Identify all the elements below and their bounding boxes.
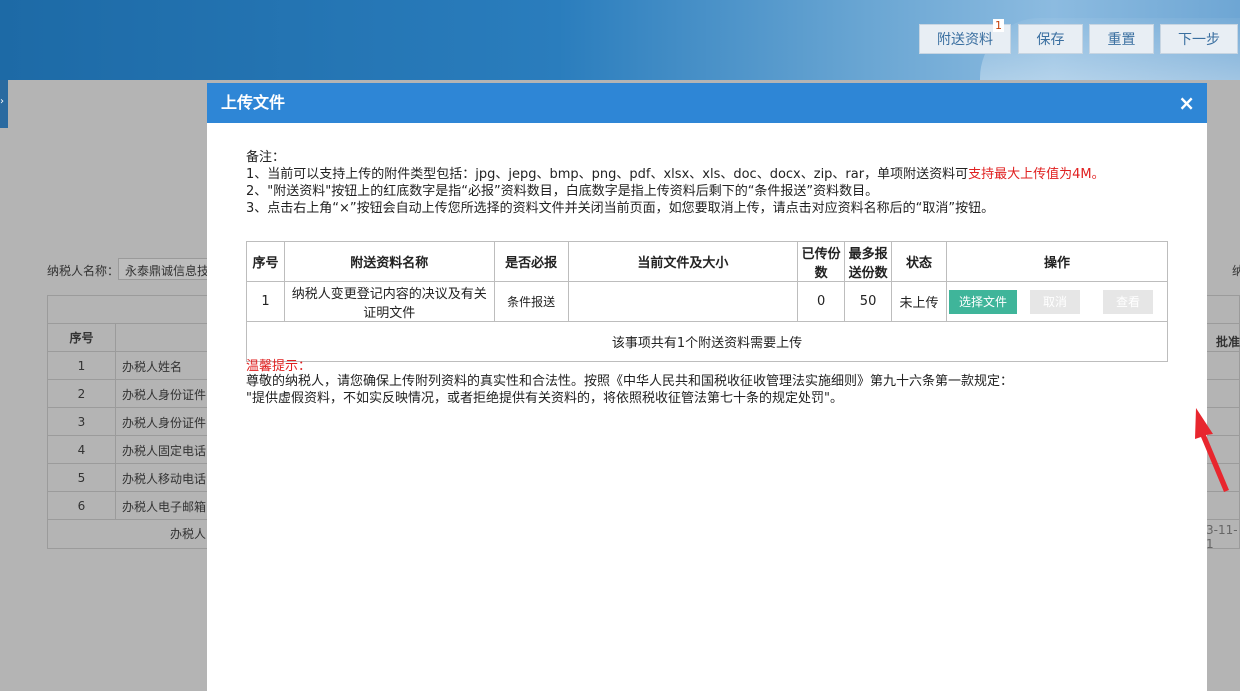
col-current-file: 当前文件及大小 [567,241,799,282]
save-button[interactable]: 保存 [1018,24,1083,54]
view-button[interactable]: 查看 [1102,289,1153,314]
row-index: 5 [48,464,116,491]
row-index: 1 [48,352,116,379]
choose-file-button[interactable]: 选择文件 [948,289,1017,314]
date-fragment: 3-11-1 [1206,523,1238,551]
upload-table: 序号 附送资料名称 是否必报 当前文件及大小 已传份数 最多报送份数 状态 操作… [246,241,1169,362]
col-max: 最多报送份数 [844,241,893,282]
row-index: 1 [246,281,285,322]
right-edge-label: 纳 [1232,264,1240,278]
attachments-count-badge: 1 [993,19,1004,32]
row-status: 未上传 [891,281,947,322]
tips-title: 温馨提示： [246,359,312,374]
row-current-file [567,281,799,322]
upload-table-header: 序号 附送资料名称 是否必报 当前文件及大小 已传份数 最多报送份数 状态 操作 [246,241,1169,282]
upload-file-dialog: 上传文件 × 备注： 1、当前可以支持上传的附件类型包括：jpg、jepg、bm… [207,83,1229,691]
col-required: 是否必报 [493,241,569,282]
chevron-right-icon: › [0,96,4,107]
col-actions: 操作 [945,241,1169,282]
col-uploaded: 已传份数 [797,241,846,282]
row-index: 4 [48,436,116,463]
row-max: 50 [844,281,893,322]
notes-line-2: 2、"附送资料"按钮上的红底数字是指“必报”资料数目，白底数字是指上传资料后剩下… [246,184,879,199]
row-uploaded: 0 [797,281,846,322]
row-name: 纳税人变更登记内容的决议及有关证明文件 [283,281,495,322]
row-index: 2 [48,380,116,407]
notes-section: 备注： 1、当前可以支持上传的附件类型包括：jpg、jepg、bmp、png、p… [246,149,1105,217]
next-step-button[interactable]: 下一步 [1160,24,1238,54]
notes-heading: 备注： [246,150,286,165]
col-status: 状态 [891,241,947,282]
max-size-warning: 支持最大上传值为4M。 [968,167,1105,182]
notes-line-1-text: 1、当前可以支持上传的附件类型包括：jpg、jepg、bmp、png、pdf、x… [246,167,969,182]
tips-section: 尊敬的纳税人，请您确保上传附列资料的真实性和合法性。按照《中华人民共和国税收征收… [246,373,1013,407]
summary-text: 该事项共有1个附送资料需要上传 [246,321,1168,362]
row-required: 条件报送 [493,281,569,322]
side-collapse-tab[interactable]: › [0,80,8,128]
index-header: 序号 [48,324,116,351]
table-row: 1 纳税人变更登记内容的决议及有关证明文件 条件报送 0 50 未上传 选择文件… [246,281,1169,322]
dialog-title: 上传文件 [221,93,286,112]
tips-line-2: "提供虚假资料，不如实反映情况，或者拒绝提供有关资料的，将依照税收征管法第七十条… [246,391,843,406]
red-arrow-annotation [1195,408,1229,492]
reset-button[interactable]: 重置 [1089,24,1154,54]
attachments-button-label: 附送资料 [937,32,993,48]
approve-header: 批准 [1216,335,1240,349]
close-icon[interactable]: × [1178,83,1195,123]
col-index: 序号 [246,241,285,282]
row-index: 3 [48,408,116,435]
row-index: 6 [48,492,116,519]
cancel-button[interactable]: 取消 [1029,289,1080,314]
top-banner: 附送资料 1 保存 重置 下一步 [0,0,1240,80]
attachments-button[interactable]: 附送资料 1 [919,19,1011,54]
dialog-header: 上传文件 × [207,83,1207,123]
summary-row: 该事项共有1个附送资料需要上传 [246,321,1168,362]
taxpayer-name-label: 纳税人名称： [47,264,120,278]
row-actions: 选择文件 取消 查看 [945,281,1169,322]
notes-line-1: 1、当前可以支持上传的附件类型包括：jpg、jepg、bmp、png、pdf、x… [246,166,1105,183]
col-name: 附送资料名称 [283,241,495,282]
notes-line-3: 3、点击右上角“×”按钮会自动上传您所选择的资料文件并关闭当前页面，如您要取消上… [246,201,995,216]
tips-line-1: 尊敬的纳税人，请您确保上传附列资料的真实性和合法性。按照《中华人民共和国税收征收… [246,374,1014,389]
